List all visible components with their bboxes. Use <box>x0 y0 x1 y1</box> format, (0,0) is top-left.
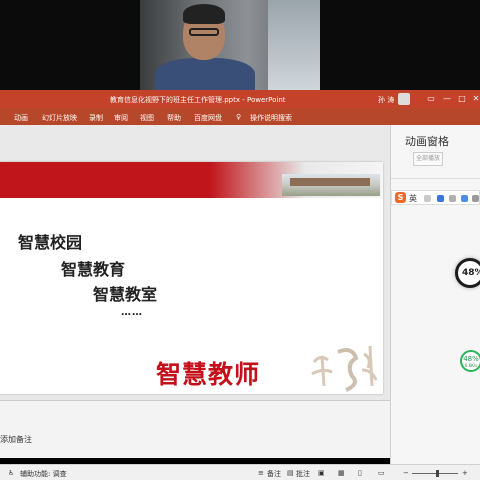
network-speed-badge[interactable]: 48% <box>455 258 480 288</box>
calligraphy-watermark <box>311 345 378 392</box>
lightbulb-icon[interactable]: ♀ <box>236 113 241 121</box>
accessibility-icon[interactable]: ♿ <box>8 469 14 477</box>
punctuation-icon[interactable] <box>424 195 431 202</box>
ribbon-tabs: 动画 幻灯片放映 录制 审阅 视图 帮助 百度网盘 ♀ 操作说明搜索 <box>0 108 480 125</box>
accessibility-status[interactable]: 辅助功能: 调查 <box>20 469 67 479</box>
zoom-in-icon[interactable]: + <box>462 469 468 477</box>
notes-toggle[interactable]: 备注 <box>267 469 281 479</box>
toolbox-icon[interactable] <box>472 195 479 202</box>
user-name[interactable]: 孙 涛 <box>378 95 394 105</box>
maximize-button[interactable]: □ <box>456 93 468 104</box>
webcam-window <box>268 0 320 90</box>
close-button[interactable]: ✕ <box>470 93 480 104</box>
presenter-glasses <box>189 28 219 36</box>
slideshow-icon[interactable]: ▭ <box>378 469 385 477</box>
tab-baidu-netdisk[interactable]: 百度网盘 <box>194 113 222 123</box>
ribbon-display-icon[interactable]: ▭ <box>425 93 437 104</box>
slide-text-smart-education: 智慧教育 <box>61 260 126 279</box>
animation-pane-title: 动画窗格 <box>405 135 449 148</box>
presenter-body <box>155 58 255 90</box>
slide[interactable]: 智慧校园 智慧教育 智慧教室 …… 智慧教师 <box>0 162 383 394</box>
title-bar: 教育信息化视野下的班主任工作管理.pptx - PowerPoint 孙 涛 ▭… <box>0 90 480 108</box>
slide-ellipsis: …… <box>121 307 143 318</box>
notes-icon[interactable]: ≡ <box>258 469 264 477</box>
notes-placeholder[interactable]: 添加备注 <box>0 434 32 445</box>
avatar[interactable] <box>398 93 410 105</box>
play-all-button[interactable]: 全部播放 <box>413 152 443 166</box>
window-title: 教育信息化视野下的班主任工作管理.pptx - PowerPoint <box>110 96 286 104</box>
zoom-slider[interactable] <box>412 473 458 474</box>
status-bar: ♿ 辅助功能: 调查 ≡ 备注 ▤ 批注 ▣ ▦ ▯ ▭ − + <box>0 464 480 480</box>
notes-pane[interactable]: 添加备注 <box>0 400 390 458</box>
ime-mode[interactable]: 英 <box>409 193 417 204</box>
minimize-button[interactable]: — <box>441 93 453 104</box>
animation-pane: 动画窗格 全部播放 <box>390 125 480 464</box>
webcam-feed <box>0 0 480 90</box>
slide-text-smart-teacher: 智慧教师 <box>156 360 261 389</box>
tab-record[interactable]: 录制 <box>89 113 103 123</box>
presenter-hair <box>183 4 225 24</box>
zoom-out-icon[interactable]: − <box>403 469 409 477</box>
normal-view-icon[interactable]: ▣ <box>318 469 325 477</box>
skin-icon[interactable] <box>461 195 468 202</box>
microphone-icon[interactable] <box>437 195 444 202</box>
tab-review[interactable]: 审阅 <box>114 113 128 123</box>
zoom-slider-thumb[interactable] <box>436 470 439 477</box>
slide-sorter-icon[interactable]: ▦ <box>338 469 345 477</box>
keyboard-icon[interactable] <box>449 195 456 202</box>
tab-view[interactable]: 视图 <box>140 113 154 123</box>
ime-toolbar[interactable]: S 英 <box>391 190 480 205</box>
tab-animations[interactable]: 动画 <box>14 113 28 123</box>
campus-building-roof <box>290 178 370 186</box>
slide-text-smart-campus: 智慧校园 <box>18 233 83 252</box>
tab-slideshow[interactable]: 幻灯片放映 <box>42 113 77 123</box>
network-mini-rate: 0.6K/s <box>464 363 478 368</box>
network-mini-percent: 48% <box>463 355 479 363</box>
comments-icon[interactable]: ▤ <box>287 469 294 477</box>
pane-divider <box>391 178 480 179</box>
comments-toggle[interactable]: 批注 <box>296 469 310 479</box>
slide-text-smart-classroom: 智慧教室 <box>93 285 158 304</box>
network-speed-mini-badge[interactable]: 48% 0.6K/s <box>460 350 480 372</box>
tab-help[interactable]: 帮助 <box>167 113 181 123</box>
sogou-logo-icon[interactable]: S <box>395 192 406 203</box>
reading-view-icon[interactable]: ▯ <box>358 469 362 477</box>
tell-me-search[interactable]: 操作说明搜索 <box>250 113 292 123</box>
network-speed-value: 48% <box>462 268 480 278</box>
